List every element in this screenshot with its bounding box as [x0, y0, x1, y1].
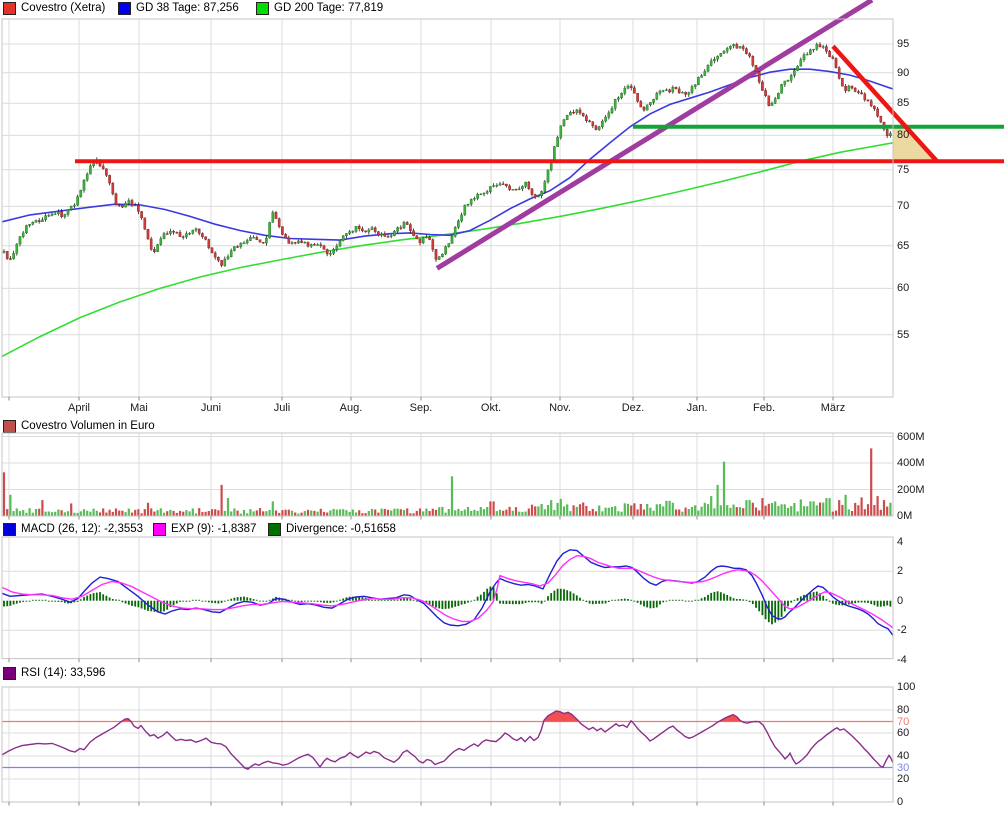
volume-axis-tick: 600M: [897, 430, 925, 443]
price-axis-tick: 55: [897, 328, 910, 341]
macd-plot[interactable]: [2, 537, 893, 659]
month-axis-tick: Nov.: [549, 402, 571, 414]
macd-axis-tick: 2: [897, 565, 904, 578]
macd-axis-tick: 4: [897, 535, 904, 548]
price-axis-tick: 90: [897, 66, 910, 79]
macd-axis-tick: 0: [897, 594, 904, 607]
rsi-axis-tick: 80: [897, 704, 910, 716]
month-axis-tick: Feb.: [752, 402, 776, 414]
rsi-axis-tick: 40: [897, 750, 910, 762]
volume-axis-tick: 400M: [897, 457, 925, 469]
price-axis-tick: 85: [897, 97, 910, 110]
price-axis-tick: 65: [897, 239, 910, 252]
month-axis-tick: Juli: [273, 402, 291, 414]
month-axis-tick: April: [67, 402, 91, 414]
month-axis-tick: Mai: [130, 402, 148, 414]
volume-axis-tick: 0M: [897, 510, 913, 522]
volume-plot[interactable]: [2, 433, 893, 516]
month-axis-tick: Dez.: [621, 402, 645, 414]
month-axis-tick: Sep.: [409, 402, 433, 414]
price-axis-tick: 70: [897, 200, 910, 213]
price-axis-tick: 95: [897, 37, 910, 50]
month-axis-tick: Jan.: [686, 402, 708, 414]
price-axis-tick: 60: [897, 282, 910, 295]
rsi-axis-tick: 30: [897, 761, 910, 774]
macd-axis-tick: -4: [897, 653, 907, 666]
macd-axis-tick: -2: [897, 624, 907, 637]
rsi-plot[interactable]: [2, 687, 893, 802]
price-axis-tick: 75: [897, 163, 910, 176]
main-chart-plot[interactable]: [2, 19, 893, 397]
rsi-axis-tick: 20: [897, 773, 910, 785]
month-axis-tick: Okt.: [480, 402, 502, 414]
month-axis-tick: Aug.: [339, 402, 363, 414]
rsi-axis-tick: 100: [897, 681, 916, 693]
stock-chart-page: Covestro (Xetra) GD 38 Tage: 87,256 GD 2…: [0, 0, 1004, 814]
price-axis-tick: 80: [897, 129, 910, 142]
rsi-axis-tick: 0: [897, 796, 904, 808]
month-axis-tick: März: [820, 402, 846, 414]
month-axis-tick: Juni: [200, 402, 222, 414]
rsi-axis-tick: 60: [897, 727, 910, 739]
volume-axis-tick: 200M: [897, 483, 925, 496]
rsi-axis-tick: 70: [897, 715, 910, 728]
